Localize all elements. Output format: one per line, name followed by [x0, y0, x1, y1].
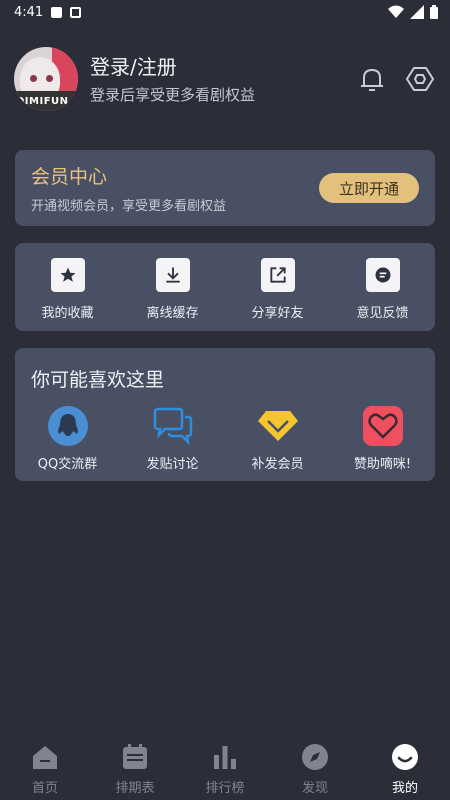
share-icon	[260, 258, 295, 292]
signal-icon	[410, 5, 424, 19]
you-may-like-card: 你可能喜欢这里 QQ交流群 发贴讨论 补发会员 赞助嘀咪!	[15, 348, 435, 481]
quick-actions: 我的收藏 离线缓存 分享好友 意见反馈	[15, 243, 435, 331]
action-label: 意见反馈	[356, 306, 409, 321]
vip-subtitle: 开通视频会员，享受更多看剧权益	[31, 199, 227, 214]
profile-header[interactable]: DIMIFUN 登录/注册 登录后享受更多看剧权益	[14, 46, 436, 112]
tab-discover[interactable]: 发现	[270, 736, 360, 800]
tab-mine[interactable]: 我的	[360, 736, 450, 800]
qq-icon	[46, 406, 90, 446]
section-title: 你可能喜欢这里	[31, 369, 165, 391]
post-discussion-item[interactable]: 发贴讨论	[120, 406, 225, 472]
tab-label: 首页	[31, 781, 58, 796]
action-label: 离线缓存	[146, 306, 199, 321]
avatar-brand-text: DIMIFUN	[16, 96, 69, 107]
battery-icon	[430, 5, 438, 19]
avatar[interactable]: DIMIFUN	[14, 47, 78, 111]
download-icon	[155, 258, 190, 292]
diamond-icon	[256, 406, 300, 446]
sponsor-item[interactable]: 赞助嘀咪!	[330, 406, 435, 472]
like-label: 补发会员	[251, 457, 304, 472]
tab-ranking[interactable]: 排行榜	[180, 736, 270, 800]
feedback-icon	[365, 258, 400, 292]
bottom-tab-bar: 首页 排期表 排行榜 发现 我的	[0, 736, 450, 800]
a-icon	[70, 6, 82, 18]
action-favorites[interactable]: 我的收藏	[15, 243, 120, 331]
reissue-vip-item[interactable]: 补发会员	[225, 406, 330, 472]
tab-label: 排行榜	[205, 781, 245, 796]
like-label: 赞助嘀咪!	[353, 457, 412, 472]
like-label: QQ交流群	[37, 457, 98, 472]
action-label: 我的收藏	[41, 306, 94, 321]
status-bar: 4:41	[0, 0, 450, 24]
bar-chart-icon	[210, 742, 240, 772]
action-feedback[interactable]: 意见反馈	[330, 243, 435, 331]
image-icon	[51, 6, 63, 18]
chat-icon	[151, 406, 195, 446]
calendar-icon	[120, 742, 150, 772]
star-icon	[50, 258, 85, 292]
login-register-title[interactable]: 登录/注册	[90, 54, 356, 80]
vip-title: 会员中心	[31, 166, 108, 188]
smile-icon	[390, 742, 420, 772]
action-offline-cache[interactable]: 离线缓存	[120, 243, 225, 331]
tab-label: 我的	[391, 781, 418, 796]
compass-icon	[300, 742, 330, 772]
open-vip-button[interactable]: 立即开通	[319, 173, 419, 203]
status-time: 4:41	[14, 4, 44, 20]
settings-hex-icon[interactable]	[404, 63, 436, 95]
heart-icon	[361, 406, 405, 446]
tab-home[interactable]: 首页	[0, 736, 90, 800]
tab-label: 发现	[301, 781, 328, 796]
vip-card[interactable]: 会员中心 开通视频会员，享受更多看剧权益 立即开通	[15, 150, 435, 226]
home-icon	[30, 742, 60, 772]
bell-icon[interactable]	[356, 63, 388, 95]
tab-schedule[interactable]: 排期表	[90, 736, 180, 800]
tab-label: 排期表	[115, 781, 155, 796]
login-subtitle: 登录后享受更多看剧权益	[90, 85, 256, 104]
wifi-icon	[388, 5, 404, 18]
action-share[interactable]: 分享好友	[225, 243, 330, 331]
like-label: 发贴讨论	[146, 457, 199, 472]
qq-group-item[interactable]: QQ交流群	[15, 406, 120, 472]
action-label: 分享好友	[251, 306, 304, 321]
